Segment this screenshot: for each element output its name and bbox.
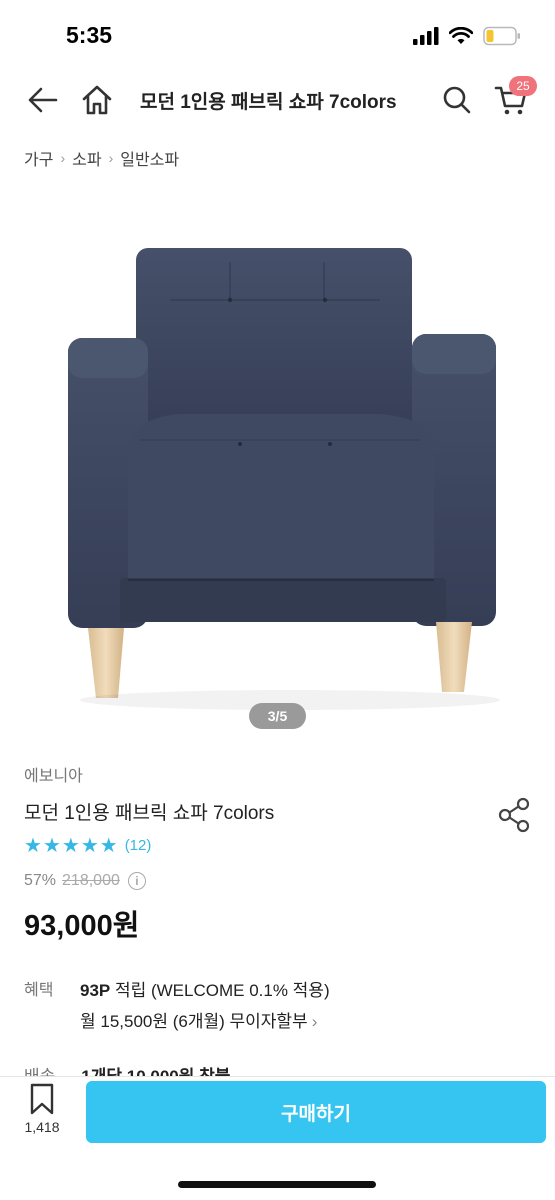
signal-icon [413,27,439,45]
original-price: 218,000 [62,872,120,889]
bookmark-icon [30,1083,54,1115]
brand-name[interactable]: 에보니아 [24,762,83,786]
search-button[interactable] [437,80,477,120]
app-header: 모던 1인용 패브릭 쇼파 7colors 25 [0,70,555,130]
status-icons [413,26,521,46]
home-button[interactable] [77,80,117,120]
breadcrumb-item-general-sofa[interactable]: 일반소파 [120,146,179,170]
home-icon [82,85,112,115]
buy-button[interactable]: 구매하기 [86,1081,546,1143]
chevron-right-icon: › [311,1012,318,1031]
status-bar: 5:35 [0,0,555,70]
star-icon: ★ [80,833,99,857]
info-icon[interactable]: i [127,872,146,890]
cart-count-badge: 25 [509,76,537,96]
review-count[interactable]: (12) [125,837,152,854]
image-counter: 3/5 [249,703,306,729]
bookmark-count: 1,418 [24,1119,60,1135]
discount-rate: 57% [24,872,57,889]
benefit-label: 혜택 [24,982,54,999]
chevron-right-icon: › [60,150,66,166]
breadcrumb-item-furniture[interactable]: 가구 [24,146,53,170]
search-icon [443,86,471,114]
back-arrow-icon [28,87,58,113]
installment-link[interactable]: 월 15,500원 (6개월) 무이자할부 › [80,1007,317,1032]
price-row: 57% 218,000 i [24,872,146,890]
wifi-icon [449,27,473,44]
battery-icon [483,26,520,46]
bookmark-button[interactable]: 1,418 [18,1083,66,1147]
share-icon [498,797,530,833]
product-image[interactable] [0,195,555,740]
benefit-points-line: 93P 적립 (WELCOME 0.1% 적용) [80,976,330,1001]
benefit-points: 93P [80,981,111,1000]
breadcrumb-item-sofa[interactable]: 소파 [72,146,101,170]
bottom-action-bar: 1,418 구매하기 [0,1076,555,1200]
sale-price: 93,000원 [24,910,140,942]
star-icon: ★ [42,833,61,857]
back-button[interactable] [22,80,62,120]
breadcrumb: 가구 › 소파 › 일반소파 [24,146,179,170]
home-indicator [178,1181,376,1188]
share-button[interactable] [496,796,534,834]
status-time: 5:35 [66,22,113,48]
star-icon: ★ [24,833,42,857]
star-icon: ★ [61,833,80,857]
benefit-points-text: 적립 (WELCOME 0.1% 적용) [110,981,330,1000]
chevron-right-icon: › [108,150,114,166]
page-title: 모던 1인용 패브릭 쇼파 7colors [140,92,397,113]
sofa-illustration [68,248,500,710]
installment-text: 월 15,500원 (6개월) 무이자할부 [80,1012,308,1031]
product-name: 모던 1인용 패브릭 쇼파 7colors [24,803,275,824]
cart-button[interactable]: 25 [491,76,537,120]
star-icon: ★ [99,833,118,857]
rating-row[interactable]: ★ ★ ★ ★ ★ (12) [24,835,151,855]
